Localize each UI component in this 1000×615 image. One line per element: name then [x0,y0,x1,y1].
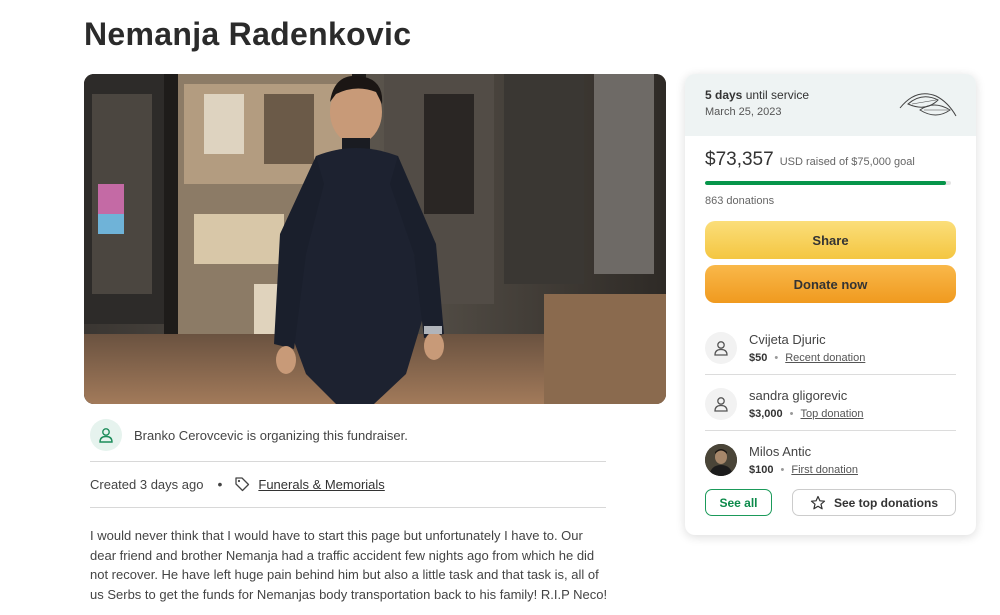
donor-item: Milos Antic $100 • First donation [705,434,956,490]
progress-bar-fill [705,181,946,185]
donor-detail: $100 • First donation [749,464,858,476]
donor-name: Cvijeta Djuric [749,332,826,347]
created-date: Created 3 days ago [90,476,204,492]
divider [90,461,606,462]
tag-icon [234,476,250,492]
see-top-donations-button[interactable]: See top donations [792,489,956,516]
donation-amount: $3,000 [749,408,783,420]
amount-raised: $73,357 [705,149,774,170]
detail-separator: • [780,464,785,476]
donor-item: Cvijeta Djuric $50 • Recent donation [705,322,956,378]
organizer-row: Branko Cerovcevic is organizing this fun… [90,416,606,454]
user-icon [705,388,737,420]
detail-separator: • [774,352,779,364]
service-until: until service [745,88,810,102]
donor-detail: $50 • Recent donation [749,352,865,364]
donation-card: 5 days until service March 25, 2023 $73,… [685,74,976,535]
donation-type-link[interactable]: Top donation [801,408,864,420]
donation-type-link[interactable]: Recent donation [785,352,865,364]
organizer-text: Branko Cerovcevic is organizing this fun… [134,427,408,443]
see-top-donations-label: See top donations [833,495,938,510]
user-icon [90,419,122,451]
donor-divider [705,374,956,375]
star-icon [810,495,826,511]
see-all-button[interactable]: See all [705,489,772,516]
campaign-photo[interactable] [84,74,666,404]
donor-item: sandra gligorevic $3,000 • Top donation [705,378,956,434]
campaign-photo-image [84,74,666,404]
goal-text: USD raised of $75,000 goal [779,156,915,168]
donation-amount: $50 [749,352,768,364]
divider [90,507,606,508]
campaign-meta: Created 3 days ago • Funerals & Memorial… [90,474,385,494]
donor-divider [705,430,956,431]
donor-detail: $3,000 • Top donation [749,408,864,420]
amount-raised-row: $73,357 USD raised of $75,000 goal [705,149,915,171]
donor-name: Milos Antic [749,444,812,459]
donation-count: 863 donations [705,195,775,207]
progress-bar [705,181,951,185]
detail-separator: • [789,408,794,420]
donate-now-button[interactable]: Donate now [705,265,956,303]
leaf-icon [898,86,958,129]
category-link[interactable]: Funerals & Memorials [258,477,384,492]
donor-name: sandra gligorevic [749,388,848,403]
service-banner: 5 days until service March 25, 2023 [685,74,976,136]
campaign-story: I would never think that I would have to… [90,528,608,602]
donation-type-link[interactable]: First donation [791,464,858,476]
meta-separator: • [217,476,223,492]
user-icon [705,332,737,364]
page-title: Nemanja Radenkovic [84,16,412,52]
share-button[interactable]: Share [705,221,956,259]
service-days: 5 days [705,88,743,102]
donation-amount: $100 [749,464,774,476]
donor-avatar-photo [705,444,737,476]
